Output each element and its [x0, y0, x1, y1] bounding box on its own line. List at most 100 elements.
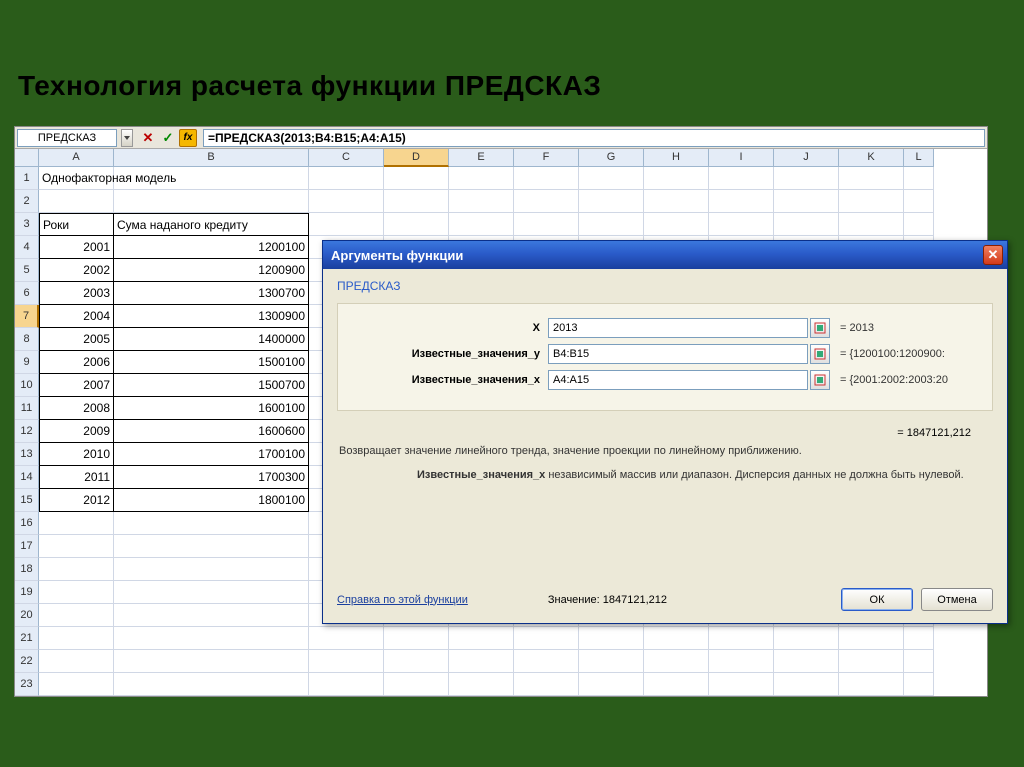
cell[interactable]: 1300700 [114, 282, 309, 305]
cell[interactable]: 1400000 [114, 328, 309, 351]
cell[interactable] [579, 167, 644, 190]
column-header[interactable]: K [839, 149, 904, 167]
cell[interactable] [644, 627, 709, 650]
select-all-corner[interactable] [15, 149, 39, 167]
column-header[interactable]: B [114, 149, 309, 167]
cell[interactable] [514, 673, 579, 696]
cell[interactable] [114, 558, 309, 581]
cell[interactable] [114, 535, 309, 558]
cell[interactable]: 1600100 [114, 397, 309, 420]
row-header[interactable]: 19 [15, 581, 39, 604]
column-header[interactable]: I [709, 149, 774, 167]
row-header[interactable]: 4 [15, 236, 39, 259]
formula-input[interactable]: =ПРЕДСКАЗ(2013;B4:B15;A4:A15) [203, 129, 985, 147]
argument-input[interactable]: A4:A15 [548, 370, 808, 390]
cell[interactable]: 2002 [39, 259, 114, 282]
cell[interactable] [839, 213, 904, 236]
cell[interactable] [309, 627, 384, 650]
cell[interactable]: 1600600 [114, 420, 309, 443]
cell[interactable] [774, 190, 839, 213]
row-header[interactable]: 10 [15, 374, 39, 397]
cell[interactable] [39, 650, 114, 673]
cell[interactable] [774, 213, 839, 236]
row-header[interactable]: 20 [15, 604, 39, 627]
cell[interactable] [114, 167, 309, 190]
help-link[interactable]: Справка по этой функции [337, 594, 468, 606]
cell[interactable] [39, 581, 114, 604]
cell[interactable] [114, 604, 309, 627]
column-header[interactable]: D [384, 149, 449, 167]
row-header[interactable]: 3 [15, 213, 39, 236]
cell[interactable]: Роки [39, 213, 114, 236]
cell[interactable] [114, 512, 309, 535]
cell[interactable] [514, 213, 579, 236]
cell[interactable] [644, 213, 709, 236]
cell[interactable] [839, 190, 904, 213]
column-header[interactable]: L [904, 149, 934, 167]
cell[interactable] [39, 190, 114, 213]
column-header[interactable]: E [449, 149, 514, 167]
cell[interactable] [309, 167, 384, 190]
row-header[interactable]: 22 [15, 650, 39, 673]
cell[interactable] [309, 213, 384, 236]
cell[interactable] [839, 673, 904, 696]
cell[interactable] [309, 650, 384, 673]
column-header[interactable]: J [774, 149, 839, 167]
name-box-dropdown[interactable] [121, 129, 133, 147]
cell[interactable] [514, 167, 579, 190]
dialog-close-button[interactable]: ✕ [983, 245, 1003, 265]
cell[interactable] [384, 627, 449, 650]
column-header[interactable]: G [579, 149, 644, 167]
argument-input[interactable]: B4:B15 [548, 344, 808, 364]
cell[interactable] [309, 673, 384, 696]
cell[interactable]: 1500700 [114, 374, 309, 397]
cell[interactable] [579, 627, 644, 650]
argument-input[interactable]: 2013 [548, 318, 808, 338]
column-header[interactable]: A [39, 149, 114, 167]
cell[interactable]: 2011 [39, 466, 114, 489]
cell[interactable] [114, 673, 309, 696]
cell[interactable]: 2005 [39, 328, 114, 351]
cell[interactable]: 1700300 [114, 466, 309, 489]
cell[interactable] [449, 167, 514, 190]
cell[interactable] [39, 512, 114, 535]
cell[interactable]: 2012 [39, 489, 114, 512]
cell[interactable] [644, 673, 709, 696]
cell[interactable] [709, 673, 774, 696]
cell[interactable]: Сума наданого кредиту [114, 213, 309, 236]
row-header[interactable]: 23 [15, 673, 39, 696]
cell[interactable]: 2004 [39, 305, 114, 328]
cell[interactable] [384, 167, 449, 190]
row-header[interactable]: 14 [15, 466, 39, 489]
row-header[interactable]: 8 [15, 328, 39, 351]
row-header[interactable]: 12 [15, 420, 39, 443]
cell[interactable] [449, 190, 514, 213]
row-header[interactable]: 7 [15, 305, 39, 328]
cancel-button[interactable]: Отмена [921, 588, 993, 611]
cell[interactable] [644, 190, 709, 213]
cell[interactable] [774, 627, 839, 650]
cell[interactable]: 1200100 [114, 236, 309, 259]
cell[interactable] [839, 167, 904, 190]
cell[interactable]: 1800100 [114, 489, 309, 512]
cell[interactable] [839, 627, 904, 650]
cell[interactable] [39, 673, 114, 696]
cell[interactable] [579, 673, 644, 696]
range-selector-button[interactable] [810, 344, 830, 364]
column-header[interactable]: C [309, 149, 384, 167]
dialog-titlebar[interactable]: Аргументы функции ✕ [323, 241, 1007, 269]
cell[interactable]: 1500100 [114, 351, 309, 374]
cell[interactable] [579, 190, 644, 213]
row-header[interactable]: 15 [15, 489, 39, 512]
cell[interactable] [709, 190, 774, 213]
cell[interactable] [449, 627, 514, 650]
formula-cancel-button[interactable]: ✕ [139, 129, 157, 147]
cell[interactable] [114, 627, 309, 650]
range-selector-button[interactable] [810, 370, 830, 390]
cell[interactable] [644, 650, 709, 673]
cell[interactable] [644, 167, 709, 190]
row-header[interactable]: 17 [15, 535, 39, 558]
cell[interactable] [904, 650, 934, 673]
cell[interactable]: Однофакторная модель [39, 167, 114, 190]
cell[interactable] [904, 627, 934, 650]
